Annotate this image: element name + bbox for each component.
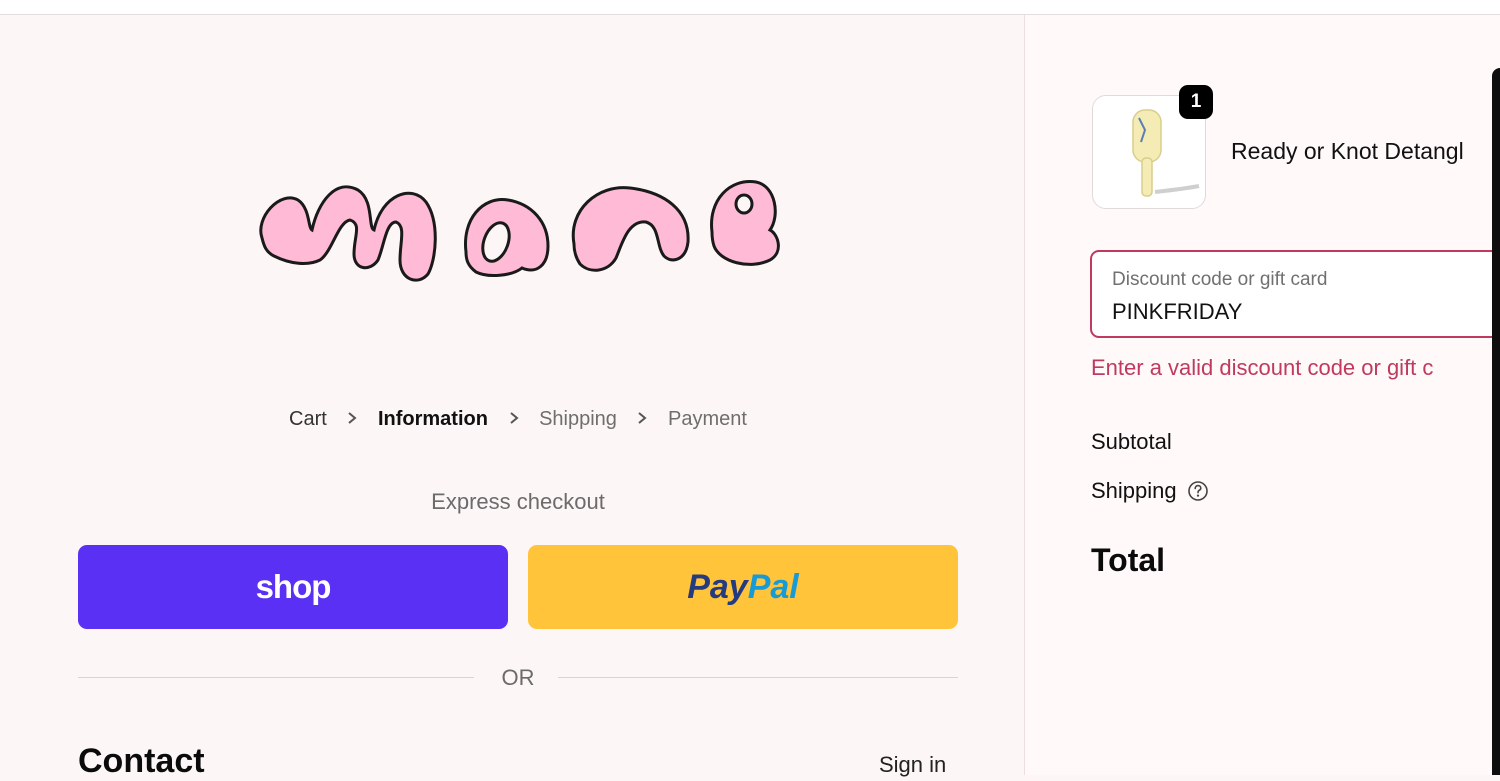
chevron-right-icon <box>509 412 519 424</box>
sign-in-link[interactable]: Sign in <box>879 752 946 778</box>
quantity-badge: 1 <box>1179 85 1213 119</box>
or-divider: OR <box>78 665 958 691</box>
order-summary: 1 Ready or Knot Detangl Discount code or… <box>1025 15 1500 775</box>
brand-logo[interactable] <box>250 160 790 295</box>
discount-error-message: Enter a valid discount code or gift c <box>1091 355 1434 380</box>
total-label: Total <box>1091 542 1166 578</box>
shop-pay-label: shop <box>255 568 332 605</box>
shipping-row: Shipping <box>1091 478 1209 504</box>
breadcrumb-payment: Payment <box>668 408 747 431</box>
help-circle-icon[interactable] <box>1187 480 1209 502</box>
mane-logo-graphic <box>259 180 780 282</box>
subtotal-label: Subtotal <box>1091 429 1172 454</box>
paypal-label-pal: Pal <box>747 567 799 606</box>
shop-pay-button[interactable]: shop <box>78 545 508 629</box>
top-bar <box>0 0 1500 15</box>
discount-code-value: PINKFRIDAY <box>1112 299 1243 324</box>
shipping-label: Shipping <box>1091 478 1177 503</box>
window-edge <box>1492 68 1500 775</box>
or-text: OR <box>501 665 535 690</box>
discount-code-label: Discount code or gift card <box>1112 269 1328 290</box>
express-checkout-title: Express checkout <box>431 489 605 514</box>
paypal-label-pay: Pay <box>687 567 748 606</box>
contact-heading: Contact <box>78 742 205 780</box>
checkout-main <box>0 15 1024 775</box>
breadcrumb-information: Information <box>377 408 488 431</box>
chevron-right-icon <box>348 412 357 424</box>
product-name: Ready or Knot Detangl <box>1231 138 1464 164</box>
breadcrumb-cart[interactable]: Cart <box>289 408 327 431</box>
discount-code-field[interactable]: Discount code or gift card PINKFRIDAY <box>1090 250 1500 338</box>
divider-line <box>558 677 958 678</box>
paypal-button[interactable]: Pay Pal <box>528 545 958 629</box>
breadcrumb: Cart Information Shipping Payment <box>0 408 1036 431</box>
breadcrumb-shipping: Shipping <box>539 408 617 431</box>
chevron-right-icon <box>638 412 648 424</box>
